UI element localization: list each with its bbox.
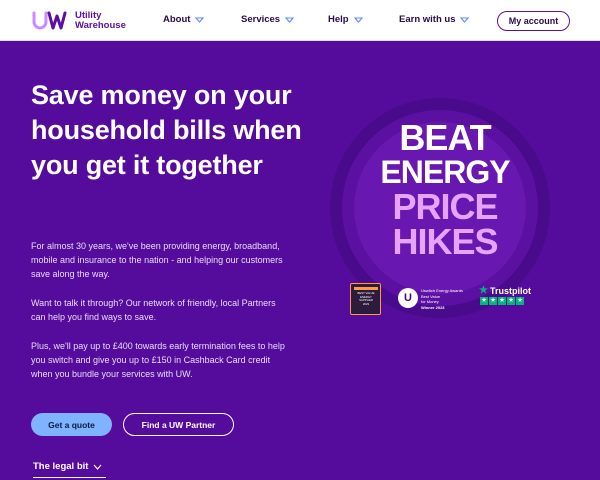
- trustpilot-label: Trustpilot: [489, 285, 531, 296]
- nav-help[interactable]: Help: [328, 14, 363, 25]
- nav-earn-with-us[interactable]: Earn with us: [399, 14, 470, 25]
- legal-underline: [33, 477, 106, 478]
- award1-text: BEST VALUE ENERGY SUPPLIER 2023: [353, 291, 379, 306]
- intro-paragraph: For almost 30 years, we've been providin…: [31, 241, 283, 279]
- site-header: Utility Warehouse About Services Help Ea…: [0, 0, 600, 41]
- uswitch-winner: Winner 2023: [421, 304, 445, 310]
- legal-bit-label: The legal bit: [33, 461, 89, 472]
- badge-line-hikes: HIKES: [392, 221, 498, 262]
- get-a-quote-button[interactable]: Get a quote: [31, 413, 112, 436]
- star-icon: ★: [498, 297, 506, 305]
- badge-line-price: PRICE: [392, 186, 498, 227]
- star-icon: ★: [516, 297, 524, 305]
- star-icon: ★: [507, 297, 515, 305]
- trustpilot-rating-stars: ★ ★ ★ ★ ★: [480, 297, 524, 305]
- uw-logo[interactable]: Utility Warehouse: [31, 9, 126, 33]
- chevron-down-icon: [195, 16, 205, 23]
- badge-line-energy: ENERGY: [380, 154, 510, 190]
- logo-wordmark: Utility Warehouse: [75, 11, 126, 31]
- star-icon: ★: [480, 297, 488, 305]
- nav-help-label: Help: [328, 14, 349, 25]
- badge-line-beat: BEAT: [399, 117, 491, 158]
- my-account-button[interactable]: My account: [497, 11, 570, 31]
- nav-services-label: Services: [241, 14, 281, 25]
- uswitch-award-text: Uswitch Energy Awards Best Value for Mon…: [421, 288, 471, 310]
- chevron-down-icon: [93, 464, 102, 470]
- nav-services[interactable]: Services: [241, 14, 295, 25]
- nav-about-label: About: [163, 14, 191, 25]
- uw-logo-mark-icon: [32, 11, 67, 30]
- trustpilot-logo: ★ Trustpilot: [479, 285, 531, 296]
- award-stripe: [354, 287, 378, 290]
- chevron-down-icon: [460, 16, 470, 23]
- hero-title: Save money on your household bills when …: [31, 80, 302, 180]
- legal-bit-toggle[interactable]: The legal bit: [33, 461, 102, 472]
- best-value-award-badge: BEST VALUE ENERGY SUPPLIER 2023: [350, 283, 381, 315]
- nav-about[interactable]: About: [163, 14, 205, 25]
- nav-earn-label: Earn with us: [399, 14, 456, 25]
- chevron-down-icon: [353, 16, 363, 23]
- offer-paragraph: Plus, we'll pay up to £400 towards early…: [31, 341, 285, 379]
- star-icon: ★: [489, 297, 497, 305]
- uswitch-award-icon: U: [398, 288, 418, 308]
- chevron-down-icon: [285, 16, 295, 23]
- logo-line2: Warehouse: [75, 20, 126, 31]
- find-partner-button[interactable]: Find a UW Partner: [123, 413, 234, 436]
- trustpilot-star-icon: ★: [479, 285, 488, 296]
- partners-paragraph: Want to talk it through? Our network of …: [31, 298, 276, 322]
- award1-line3: 2023: [362, 301, 370, 306]
